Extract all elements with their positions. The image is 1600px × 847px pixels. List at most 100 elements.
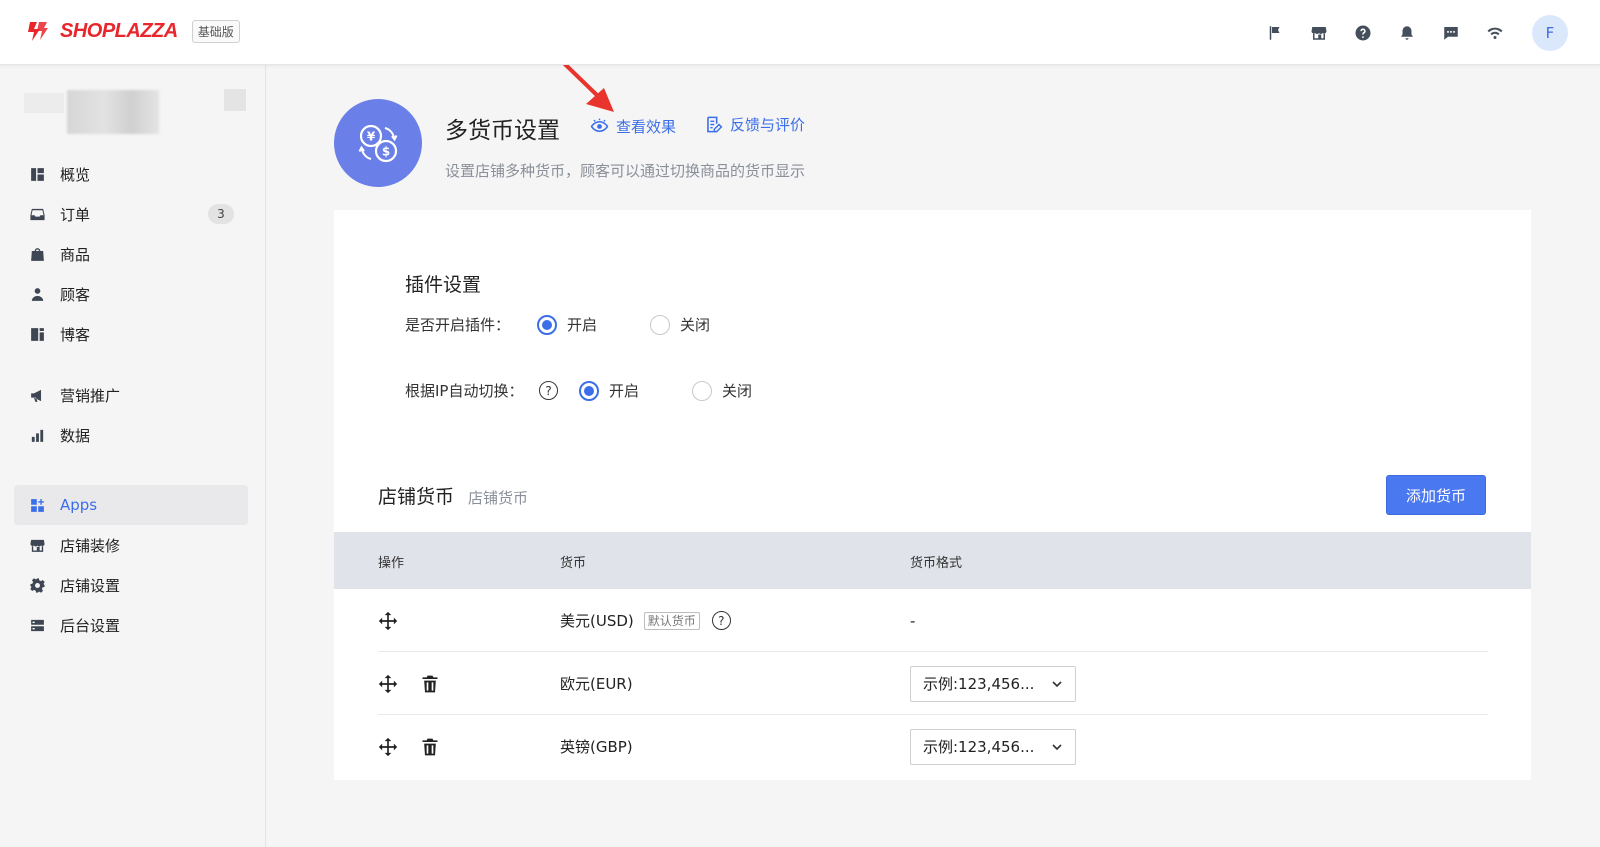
sidebar-item-marketing[interactable]: 营销推广	[14, 375, 248, 415]
svg-text:¥: ¥	[367, 130, 376, 144]
top-icons: F	[1264, 15, 1568, 51]
chat-icon[interactable]	[1440, 22, 1462, 44]
sidebar-item-orders[interactable]: 订单 3	[14, 194, 248, 234]
drag-handle-icon[interactable]	[378, 715, 398, 778]
drag-handle-icon[interactable]	[378, 652, 398, 715]
sidebar-item-label: 商品	[60, 245, 91, 264]
sidebar-item-label: 博客	[60, 325, 91, 344]
currency-table-header: 操作 货币 货币格式	[334, 532, 1531, 589]
sidebar-item-label: Apps	[60, 496, 98, 514]
sidebar-item-label: 顾客	[60, 285, 91, 304]
page-title: 多货币设置	[445, 118, 560, 144]
bell-icon[interactable]	[1396, 22, 1418, 44]
view-effect-link[interactable]: 查看效果	[590, 116, 676, 137]
currency-name: 欧元(EUR)	[560, 675, 633, 693]
top-bar: SHOPLAZZA 基础版 F	[0, 0, 1600, 65]
wifi-icon[interactable]	[1484, 22, 1506, 44]
sidebar: 概览 订单 3 商品 顾客 博客 营销推广 数据 Apps 店铺装修 店铺设置 …	[0, 65, 266, 847]
drag-handle-icon[interactable]	[378, 589, 398, 652]
table-row: 英镑(GBP) 示例:123,456...	[378, 715, 1488, 778]
currency-format-select[interactable]: 示例:123,456...	[910, 665, 1076, 702]
store-currency-subtitle: 店铺货币	[468, 489, 529, 507]
trash-icon[interactable]	[420, 652, 440, 715]
sidebar-item-label: 概览	[60, 165, 91, 184]
radio-unchecked-icon	[650, 314, 671, 335]
sidebar-item-blog[interactable]: 博客	[14, 314, 248, 354]
sidebar-item-label: 后台设置	[60, 616, 121, 635]
format-cell: 示例:123,456...	[910, 715, 1076, 778]
inbox-icon	[28, 205, 46, 223]
column-header-actions: 操作	[378, 556, 405, 571]
help-icon[interactable]	[1352, 22, 1374, 44]
add-currency-button[interactable]: 添加货币	[1386, 475, 1486, 515]
brand-logo[interactable]: SHOPLAZZA 基础版	[26, 19, 240, 43]
enable-plugin-row: 是否开启插件： 开启 关闭	[405, 314, 710, 335]
currency-name: 英镑(GBP)	[560, 738, 633, 756]
blog-icon	[28, 325, 46, 343]
chevron-down-icon	[1052, 743, 1062, 750]
apps-icon	[28, 496, 46, 514]
default-currency-tag: 默认货币	[643, 611, 700, 630]
settings-card: 插件设置 是否开启插件： 开启 关闭 根据IP自动切换： ? 开启 关闭 店铺货…	[334, 210, 1531, 780]
sidebar-item-theme[interactable]: 店铺装修	[14, 525, 248, 565]
currency-format-select[interactable]: 示例:123,456...	[910, 728, 1076, 765]
edit-note-icon	[707, 116, 723, 133]
select-value: 示例:123,456...	[923, 675, 1035, 693]
select-value: 示例:123,456...	[923, 738, 1035, 756]
sidebar-item-label: 店铺设置	[60, 576, 121, 595]
sidebar-item-label: 订单	[60, 205, 91, 224]
column-header-currency: 货币	[560, 556, 587, 571]
sidebar-item-label: 店铺装修	[60, 536, 121, 555]
dashboard-icon	[28, 165, 46, 183]
enable-plugin-label: 是否开启插件：	[405, 316, 511, 334]
auto-switch-on-radio[interactable]: 开启	[579, 380, 639, 401]
store-currency-header: 店铺货币 店铺货币	[378, 482, 528, 509]
flag-icon[interactable]	[1264, 22, 1286, 44]
auto-switch-row: 根据IP自动切换： ? 开启 关闭	[405, 380, 752, 401]
sidebar-item-apps[interactable]: Apps	[14, 485, 248, 525]
radio-unchecked-icon	[692, 380, 713, 401]
blurred-region	[67, 90, 159, 134]
sidebar-item-overview[interactable]: 概览	[14, 154, 248, 194]
chevron-down-icon	[1052, 680, 1062, 687]
enable-plugin-off-radio[interactable]: 关闭	[650, 314, 710, 335]
store-selector-blurred[interactable]	[24, 87, 248, 137]
store-currency-title: 店铺货币	[378, 486, 455, 508]
nav-group-marketing: 营销推广 数据	[14, 375, 248, 455]
orders-count-badge: 3	[208, 204, 234, 224]
trash-icon[interactable]	[420, 715, 440, 778]
question-icon[interactable]: ?	[711, 611, 731, 630]
radio-label: 关闭	[680, 316, 711, 334]
radio-label: 开启	[609, 382, 640, 400]
plan-badge: 基础版	[191, 19, 240, 43]
feedback-label: 反馈与评价	[730, 116, 806, 134]
format-cell: 示例:123,456...	[910, 652, 1076, 715]
brand-name: SHOPLAZZA	[60, 19, 178, 42]
enable-plugin-on-radio[interactable]: 开启	[537, 314, 597, 335]
eye-icon	[590, 118, 609, 133]
sidebar-item-products[interactable]: 商品	[14, 234, 248, 274]
person-icon	[28, 285, 46, 303]
sidebar-item-analytics[interactable]: 数据	[14, 415, 248, 455]
currency-cell: 美元(USD) 默认货币 ?	[560, 589, 731, 652]
table-row: 欧元(EUR) 示例:123,456...	[378, 652, 1488, 715]
radio-label: 关闭	[722, 382, 753, 400]
sidebar-item-store-settings[interactable]: 店铺设置	[14, 565, 248, 605]
auto-switch-off-radio[interactable]: 关闭	[692, 380, 752, 401]
feedback-link[interactable]: 反馈与评价	[704, 114, 805, 135]
megaphone-icon	[28, 386, 46, 404]
svg-text:$: $	[382, 145, 390, 159]
bar-chart-icon	[28, 426, 46, 444]
question-icon[interactable]: ?	[539, 381, 558, 400]
sidebar-item-label: 营销推广	[60, 386, 121, 405]
sidebar-item-customers[interactable]: 顾客	[14, 274, 248, 314]
nav-group-main: 概览 订单 3 商品 顾客 博客	[14, 154, 248, 354]
store-icon[interactable]	[1308, 22, 1330, 44]
blurred-region	[24, 93, 64, 113]
radio-checked-icon	[579, 380, 599, 401]
user-avatar[interactable]: F	[1532, 15, 1568, 51]
shoplazza-logo-icon	[28, 22, 48, 41]
store-icon	[28, 536, 46, 554]
sidebar-item-admin-settings[interactable]: 后台设置	[14, 605, 248, 645]
app-logo: ¥ $	[334, 99, 422, 187]
